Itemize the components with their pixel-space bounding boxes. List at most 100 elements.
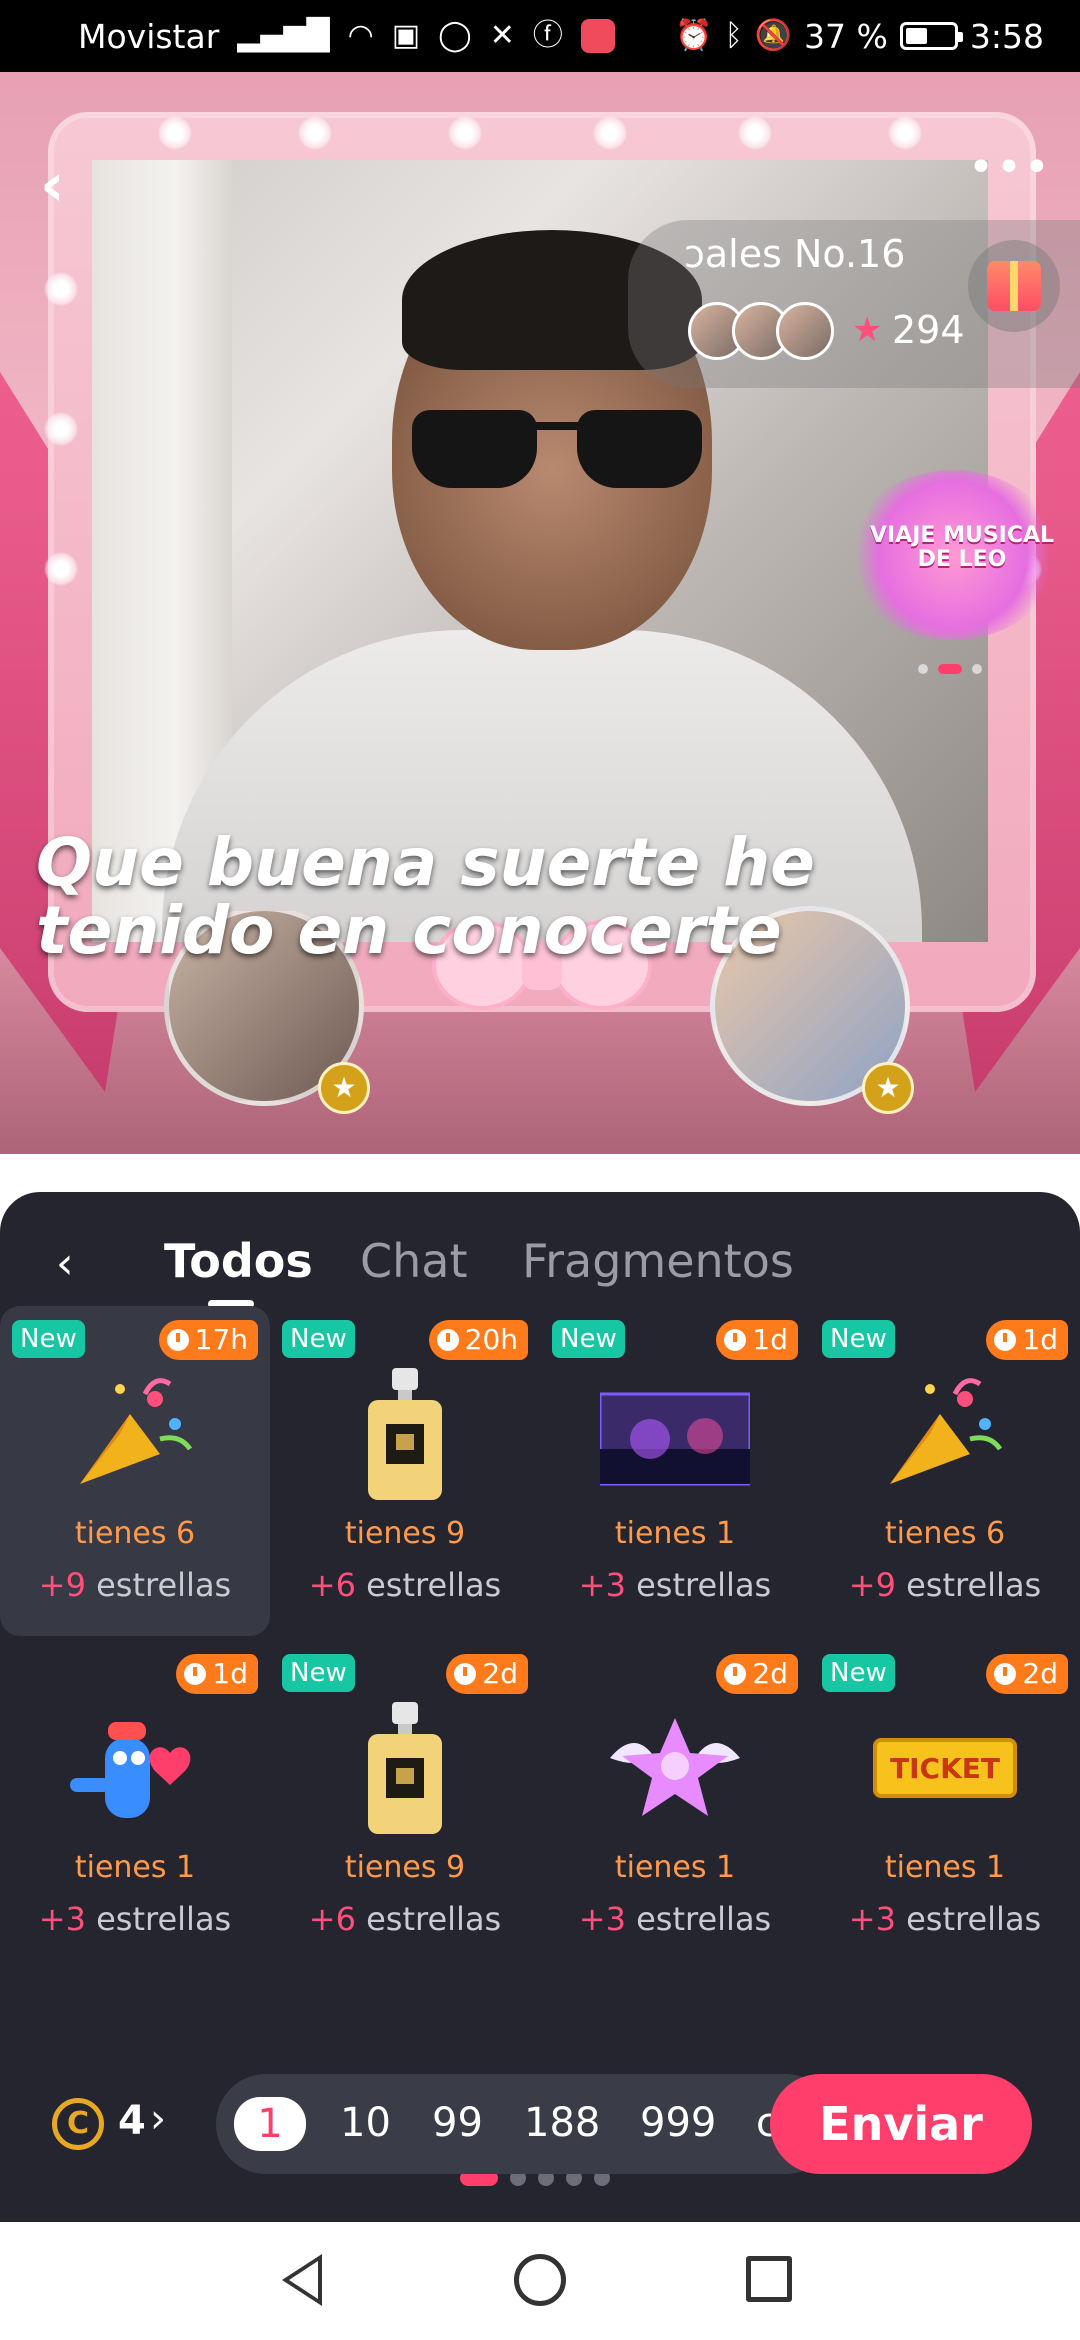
signal-icon: ▂▄▆█: [237, 18, 330, 53]
wifi-icon: ◠: [347, 18, 374, 53]
gift-item[interactable]: 1d tienes 1 +3 estrellas: [0, 1640, 270, 1970]
facebook-icon: ⓕ: [532, 18, 563, 53]
send-button[interactable]: Enviar: [770, 2074, 1032, 2174]
gift-item[interactable]: New 1d tienes 6 +9 estrellas: [810, 1306, 1080, 1636]
dj-screen-icon: [598, 1364, 752, 1504]
expiry-badge: 2d: [716, 1654, 798, 1694]
alarm-icon: ⏰: [675, 18, 713, 53]
ranking-count: 294: [892, 308, 965, 352]
nav-recents-icon[interactable]: [746, 2256, 792, 2302]
clock-icon: [994, 1663, 1017, 1685]
new-badge: New: [282, 1654, 355, 1692]
battery-percent: 37 %: [804, 16, 888, 56]
battery-icon: [899, 22, 963, 50]
gift-star-value: +6 estrellas: [308, 1566, 502, 1604]
clock-icon: [184, 1663, 207, 1685]
new-badge: New: [12, 1320, 85, 1358]
mute-icon: 🔕: [754, 18, 793, 53]
chevron-right-icon[interactable]: ›: [150, 2096, 166, 2142]
bluetooth-icon: ᛒ: [724, 18, 743, 53]
quantity-option-999[interactable]: 999: [640, 2100, 716, 2146]
live-room: ‹ ••• ɔales No.16 ★ 294 VIAJE MUSICAL DE…: [0, 72, 1080, 1154]
avatar: [776, 302, 834, 360]
banner-pagination: [918, 664, 982, 674]
gift-star-value: +3 estrellas: [578, 1566, 772, 1604]
winged-star-icon: [600, 1698, 750, 1838]
top-supporters-avatars[interactable]: [688, 302, 834, 360]
gift-star-value: +9 estrellas: [848, 1566, 1042, 1604]
gift-item[interactable]: New 17h tienes 6 +9 estrellas: [0, 1306, 270, 1636]
quantity-option-188[interactable]: 188: [524, 2100, 600, 2146]
gift-owned-count: tienes 1: [614, 1516, 736, 1551]
new-badge: New: [822, 1654, 895, 1692]
gift-owned-count: tienes 1: [884, 1850, 1006, 1885]
whatsapp-icon: ◯: [438, 18, 472, 53]
quantity-selector: 1 10 99 188 999 c: [216, 2074, 836, 2174]
panel-back-button[interactable]: ‹: [56, 1238, 74, 1289]
gift-owned-count: tienes 6: [884, 1516, 1006, 1551]
star-icon: ★: [852, 310, 883, 350]
clock-icon: [436, 1329, 459, 1351]
expiry-badge: 1d: [986, 1320, 1068, 1360]
gift-owned-count: tienes 1: [74, 1850, 196, 1885]
new-badge: New: [822, 1320, 895, 1358]
back-button[interactable]: ‹: [40, 150, 65, 220]
new-badge: New: [282, 1320, 355, 1358]
quantity-option-10[interactable]: 10: [340, 2100, 391, 2146]
svg-text:TICKET: TICKET: [890, 1752, 1000, 1785]
expiry-badge: 1d: [176, 1654, 258, 1694]
gift-owned-count: tienes 9: [344, 1516, 466, 1551]
clock-icon: [166, 1329, 189, 1351]
gift-owned-count: tienes 6: [74, 1516, 196, 1551]
heart-character-icon: [60, 1698, 210, 1838]
tab-fragmentos[interactable]: Fragmentos: [522, 1234, 794, 1288]
status-bar: Movistar ▂▄▆█ ◠ ▣ ◯ ✕ ⓕ ⏰ ᛒ 🔕 37 % 3:58: [0, 0, 1080, 72]
gift-icon: [987, 261, 1041, 311]
quantity-option-1[interactable]: 1: [234, 2097, 306, 2151]
gift-item[interactable]: New 20h tienes 9 +6 estrellas: [270, 1306, 540, 1636]
gift-shortcut-button[interactable]: [968, 240, 1060, 332]
gift-item[interactable]: 2d tienes 1 +3 estrellas: [540, 1640, 810, 1970]
tab-chat[interactable]: Chat: [360, 1234, 468, 1288]
nav-back-icon[interactable]: [282, 2254, 322, 2306]
gift-panel: ‹ Todos Chat Fragmentos New 17h tienes 6 +9…: [0, 1192, 1080, 2222]
clock-icon: [454, 1663, 477, 1685]
party-popper-icon: [870, 1364, 1020, 1504]
clock-icon: [994, 1329, 1017, 1351]
ranking-title: ɔales No.16: [684, 232, 906, 276]
event-banner-text: VIAJE MUSICAL DE LEO: [869, 523, 1055, 573]
app-icon: ▣: [391, 18, 421, 53]
expiry-badge: 17h: [158, 1320, 258, 1360]
expiry-badge: 2d: [446, 1654, 528, 1694]
expiry-badge: 2d: [986, 1654, 1068, 1694]
coin-balance[interactable]: 4: [118, 2098, 146, 2144]
gift-owned-count: tienes 1: [614, 1850, 736, 1885]
more-options-button[interactable]: •••: [968, 142, 1052, 193]
gift-item[interactable]: New 1d tienes 1 +3 estrellas: [540, 1306, 810, 1636]
gift-star-value: +3 estrellas: [848, 1900, 1042, 1938]
star-badge-icon: ★: [318, 1062, 370, 1114]
tab-todos[interactable]: Todos: [164, 1234, 313, 1288]
gift-star-value: +9 estrellas: [38, 1566, 232, 1604]
new-badge: New: [552, 1320, 625, 1358]
quantity-option-99[interactable]: 99: [432, 2100, 483, 2146]
coin-icon: C: [52, 2098, 104, 2150]
clock-icon: [724, 1329, 747, 1351]
party-popper-icon: [60, 1364, 210, 1504]
gift-star-value: +3 estrellas: [578, 1900, 772, 1938]
gift-item[interactable]: New 2d tienes 9 +6 estrellas: [270, 1640, 540, 1970]
ticket-icon: TICKET: [870, 1698, 1020, 1838]
gift-owned-count: tienes 9: [344, 1850, 466, 1885]
star-badge-icon: ★: [862, 1062, 914, 1114]
sunglasses: [412, 410, 702, 490]
clock-icon: [724, 1663, 747, 1685]
expiry-badge: 20h: [428, 1320, 528, 1360]
gift-star-value: +3 estrellas: [38, 1900, 232, 1938]
gift-star-value: +6 estrellas: [308, 1900, 502, 1938]
nav-home-icon[interactable]: [514, 2254, 566, 2306]
room-caption: Que buena suerte he tenido en conocerte: [36, 824, 815, 969]
x-icon: ✕: [489, 18, 515, 53]
gift-item[interactable]: New 2d TICKET tienes 1 +3 estrellas: [810, 1640, 1080, 1970]
huawei-app-icon: [580, 19, 615, 53]
carrier-label: Movistar: [78, 16, 220, 56]
